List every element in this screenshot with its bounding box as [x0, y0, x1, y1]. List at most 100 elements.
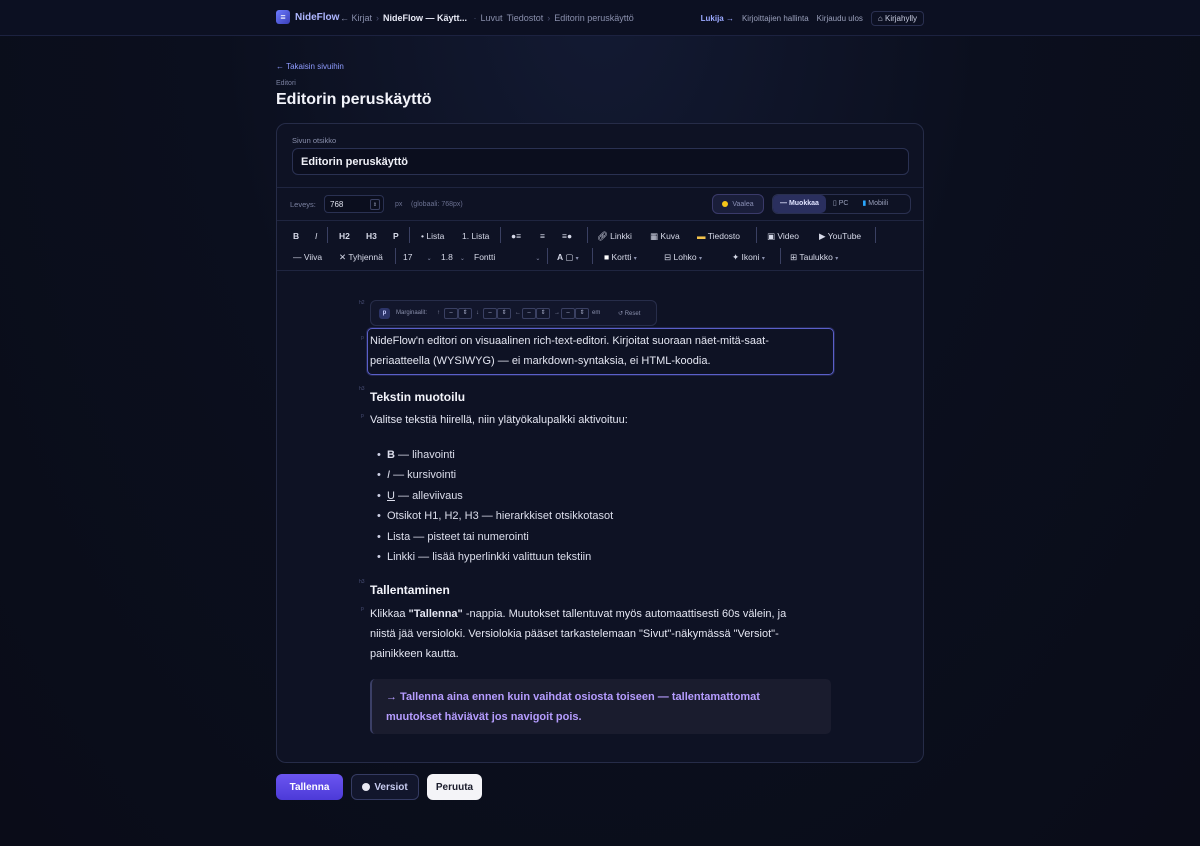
stepper-icon[interactable]: ⇕: [458, 308, 472, 319]
intro-paragraph[interactable]: NideFlow'n editori on visuaalinen rich-t…: [370, 331, 769, 371]
line-button[interactable]: — Viiva: [293, 252, 322, 262]
callout-block[interactable]: → Tallenna aina ennen kuin vaihdat osios…: [370, 679, 831, 734]
link-button[interactable]: 🔗︎ Linkki: [597, 231, 632, 242]
numbered-list-button[interactable]: 1. Lista: [462, 231, 489, 241]
table-label: Taulukko: [799, 252, 833, 262]
play-icon: ▶: [819, 231, 828, 241]
clear-button[interactable]: ✕ Tyhjennä: [339, 252, 383, 263]
title-input[interactable]: Editorin peruskäyttö: [292, 148, 909, 175]
width-value: 768: [330, 200, 344, 209]
link-icon: 🔗︎: [597, 231, 611, 241]
action-bar: Tallenna Versiot Peruuta: [276, 774, 482, 800]
bullet-list-button[interactable]: • Lista: [421, 231, 444, 241]
list-item[interactable]: Otsikot H1, H2, H3 — hierarkkiset otsikk…: [377, 506, 613, 527]
line-height-select[interactable]: 1.8 ⌄: [441, 252, 465, 262]
font-value: Fontti: [474, 252, 496, 262]
icon-button[interactable]: ✦ Ikoni ▾: [732, 252, 765, 263]
brand-name: NideFlow: [295, 11, 340, 23]
saving-line-2: niistä jää versioloki. Versiolokia pääse…: [370, 628, 779, 640]
align-center-icon[interactable]: ≡: [540, 231, 545, 241]
list-key: U: [387, 489, 395, 502]
width-input[interactable]: 768 ⇕: [324, 195, 384, 213]
width-unit: px: [395, 201, 403, 208]
breadcrumb-books[interactable]: ← Kirjat: [340, 13, 372, 23]
margin-left-input[interactable]: –: [522, 308, 536, 319]
margin-unit: em: [592, 310, 601, 316]
breadcrumb-chapters[interactable]: Luvut: [481, 13, 503, 23]
h3-button[interactable]: H3: [366, 231, 377, 241]
list-item[interactable]: Linkki — lisää hyperlinkki valittuun tek…: [377, 547, 613, 568]
card-button[interactable]: ■ Kortti ▾: [604, 252, 637, 262]
block-margin-bar: p Marginaalit: ↑ – ⇕ ↓ – ⇕ ← – ⇕ → – ⇕ e…: [370, 300, 657, 326]
authors-link[interactable]: Kirjoittajien hallinta: [742, 14, 809, 23]
breadcrumb-book[interactable]: NideFlow — Käytt...: [383, 13, 467, 23]
back-link[interactable]: ← Takaisin sivuihin: [276, 62, 344, 71]
arrow-up-icon: ↑: [437, 310, 440, 316]
mode-pc-label: PC: [838, 200, 849, 207]
mode-mobile-button[interactable]: ▮ Mobiili: [855, 195, 895, 213]
spinner-icon[interactable]: ⇕: [370, 199, 380, 210]
cancel-button[interactable]: Peruuta: [427, 774, 482, 800]
versions-button[interactable]: Versiot: [351, 774, 419, 800]
margin-right-input[interactable]: –: [561, 308, 575, 319]
top-bar: ≡ NideFlow ← Kirjat › NideFlow — Käytt..…: [0, 0, 1200, 36]
caret-icon: ▾: [835, 256, 839, 262]
font-select[interactable]: Fontti ⌄: [474, 252, 540, 262]
reader-link[interactable]: Lukija →: [701, 14, 734, 23]
width-row: Leveys: 768 ⇕ px (globaali: 768px) Vaale…: [277, 187, 923, 221]
block-tag-marker: p: [361, 606, 364, 612]
margin-bottom-input[interactable]: –: [483, 308, 497, 319]
divider: [780, 248, 781, 264]
list-item[interactable]: B — lihavointi: [377, 445, 613, 466]
bold-button[interactable]: B: [293, 231, 299, 241]
file-button[interactable]: ▬ Tiedosto: [697, 231, 740, 241]
mode-edit-button[interactable]: — Muokkaa: [773, 195, 826, 213]
brand[interactable]: ≡ NideFlow: [276, 10, 339, 24]
line-height-value: 1.8: [441, 252, 453, 262]
h2-button[interactable]: H2: [339, 231, 350, 241]
list-item[interactable]: U — alleviivaus: [377, 486, 613, 507]
italic-button[interactable]: I: [315, 231, 317, 241]
list-key: B: [387, 449, 395, 461]
youtube-button[interactable]: ▶ YouTube: [819, 231, 861, 242]
theme-toggle-button[interactable]: Vaalea: [712, 194, 764, 214]
divider: [500, 227, 501, 243]
youtube-label: YouTube: [827, 231, 862, 241]
table-button[interactable]: ⊞ Taulukko ▾: [790, 252, 838, 263]
title-field-label: Sivun otsikko: [292, 136, 337, 145]
video-icon: ▣: [767, 231, 778, 241]
caret-icon: ▾: [575, 256, 579, 262]
image-button[interactable]: ▦ Kuva: [650, 231, 680, 242]
margin-top-input[interactable]: –: [444, 308, 458, 319]
divider: [327, 227, 328, 243]
align-right-icon[interactable]: ≡●: [562, 231, 572, 241]
heading-formatting[interactable]: Tekstin muotoilu: [370, 390, 465, 404]
divider: [592, 248, 593, 264]
block-button[interactable]: ⊟ Lohko ▾: [664, 252, 702, 263]
caret-icon: ▾: [633, 256, 637, 262]
heading-saving[interactable]: Tallentaminen: [370, 583, 450, 597]
paragraph-saving[interactable]: Klikkaa "Tallenna" -nappia. Muutokset ta…: [370, 604, 786, 664]
reset-button[interactable]: ↺ Reset: [618, 310, 640, 317]
block-tag-marker: h2: [359, 300, 365, 306]
bookshelf-button[interactable]: ⌂ Kirjahylly: [870, 11, 924, 26]
paragraph-select-text[interactable]: Valitse tekstiä hiirellä, niin ylätyökal…: [370, 410, 628, 430]
save-button[interactable]: Tallenna: [276, 774, 343, 800]
caret-icon: ▾: [761, 256, 765, 262]
book-stack-icon: ≡: [276, 10, 290, 24]
stepper-icon[interactable]: ⇕: [536, 308, 550, 319]
list-item[interactable]: I — kursivointi: [377, 465, 613, 486]
dot-separator: ·: [471, 13, 477, 23]
arrow-down-icon: ↓: [476, 310, 479, 316]
breadcrumb-files[interactable]: Tiedostot: [507, 13, 544, 23]
video-button[interactable]: ▣ Video: [767, 231, 799, 242]
align-left-icon[interactable]: ●≡: [511, 231, 521, 241]
text-color-button[interactable]: A ▢ ▾: [557, 252, 579, 263]
stepper-icon[interactable]: ⇕: [575, 308, 589, 319]
paragraph-button[interactable]: P: [393, 231, 399, 241]
font-size-select[interactable]: 17 ⌄: [403, 252, 432, 262]
logout-link[interactable]: Kirjaudu ulos: [817, 14, 863, 23]
list-item[interactable]: Lista — pisteet tai numerointi: [377, 527, 613, 548]
stepper-icon[interactable]: ⇕: [497, 308, 511, 319]
mode-pc-button[interactable]: ▯ PC: [826, 195, 856, 213]
